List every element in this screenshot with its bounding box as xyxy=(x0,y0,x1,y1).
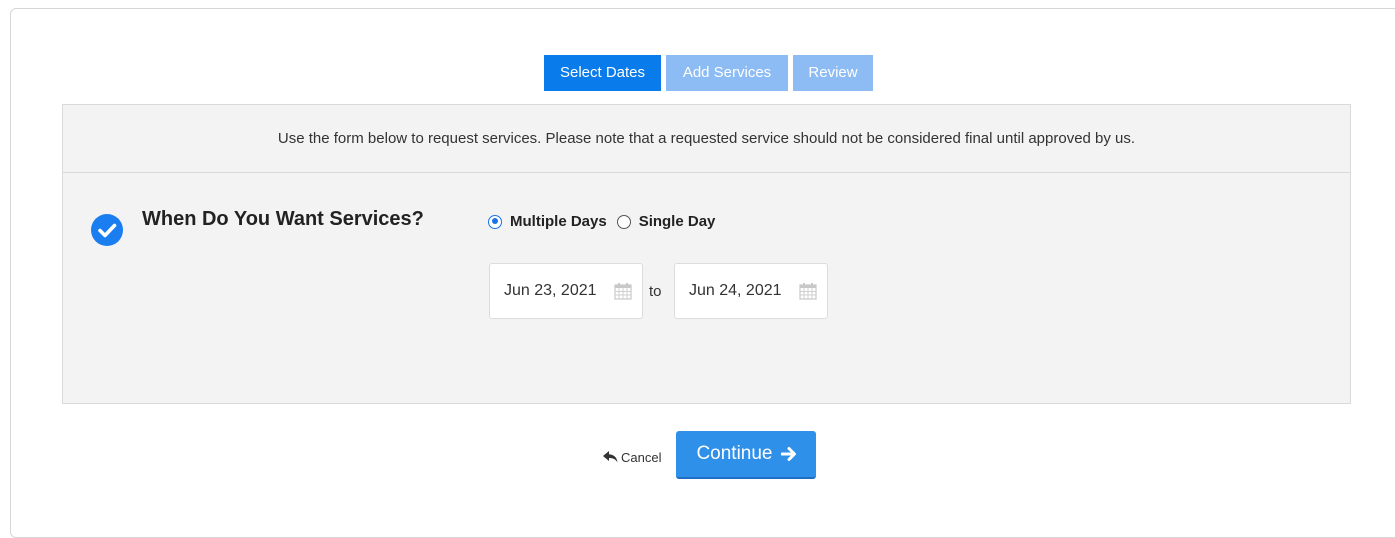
single-day-radio[interactable] xyxy=(616,214,631,229)
request-panel: Use the form below to request services. … xyxy=(62,104,1351,404)
end-date-value: Jun 24, 2021 xyxy=(689,282,782,299)
step-add-services[interactable]: Add Services xyxy=(666,55,788,91)
start-date-value: Jun 23, 2021 xyxy=(504,282,597,299)
multiple-days-radio[interactable] xyxy=(488,214,502,229)
cancel-label: Cancel xyxy=(621,449,662,465)
start-date-input[interactable]: Jun 23, 2021 xyxy=(489,263,643,319)
form-footer: Cancel Continue xyxy=(603,431,817,479)
check-circle-icon xyxy=(91,214,123,246)
calendar-icon xyxy=(799,283,817,300)
schedule-options: Multiple Days Single Day xyxy=(488,213,725,230)
arrow-right-icon xyxy=(780,447,796,461)
end-date-input[interactable]: Jun 24, 2021 xyxy=(674,263,828,319)
cancel-link[interactable]: Cancel xyxy=(603,450,661,465)
reply-arrow-icon xyxy=(603,451,618,463)
notice-text: Use the form below to request services. … xyxy=(63,105,1350,173)
date-range-separator: to xyxy=(649,283,662,300)
single-day-label[interactable]: Single Day xyxy=(639,213,716,230)
step-review[interactable]: Review xyxy=(793,55,873,91)
continue-button[interactable]: Continue xyxy=(676,431,817,479)
wizard-steps: Select Dates Add Services Review xyxy=(544,55,873,91)
continue-label: Continue xyxy=(696,443,773,464)
calendar-icon xyxy=(614,283,632,300)
question-heading: When Do You Want Services? xyxy=(142,208,424,230)
multiple-days-label[interactable]: Multiple Days xyxy=(510,213,607,230)
step-select-dates[interactable]: Select Dates xyxy=(544,55,661,91)
